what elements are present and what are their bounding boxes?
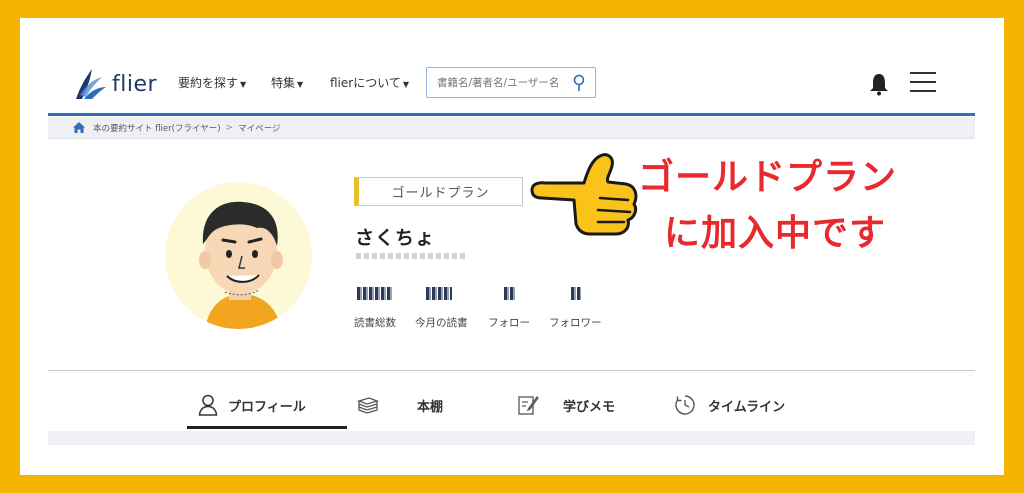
user-icon — [198, 394, 218, 416]
search-box — [426, 67, 596, 98]
stat-total-reads-value-obscured — [357, 287, 393, 300]
memo-icon — [518, 396, 539, 415]
tab-learning-memo[interactable]: 学びメモ — [517, 384, 615, 426]
stat-following-label[interactable]: フォロー — [488, 315, 530, 330]
tab-bookshelf[interactable]: 本棚 — [357, 384, 443, 426]
tabs-divider — [48, 370, 975, 371]
stat-following-value-obscured — [504, 287, 516, 300]
site-header: flier 要約を探す ▼ 特集 ▼ flierについて ▼ — [48, 48, 975, 116]
books-icon — [357, 397, 379, 414]
tab-timeline[interactable]: タイムライン — [674, 384, 785, 426]
menu-icon[interactable] — [910, 72, 936, 94]
nav-item-find-summaries[interactable]: 要約を探す ▼ — [178, 74, 246, 91]
search-icon[interactable] — [571, 74, 587, 92]
flier-logo-icon — [76, 69, 106, 99]
breadcrumb-home-link[interactable]: 本の要約サイト flier(フライヤー) — [93, 122, 221, 134]
user-name: さくちょ — [355, 227, 436, 249]
chevron-down-icon: ▼ — [402, 80, 410, 89]
stat-total-reads-label: 読書総数 — [354, 317, 396, 329]
nav-item-about[interactable]: flierについて ▼ — [330, 74, 409, 91]
tab-timeline-label: タイムライン — [708, 399, 786, 415]
plan-badge: ゴールドプラン — [354, 177, 523, 206]
home-icon[interactable] — [72, 121, 86, 134]
tab-learning-memo-label: 学びメモ — [563, 399, 616, 415]
clock-icon — [675, 395, 695, 415]
avatar — [165, 182, 312, 329]
content-area-top — [48, 431, 975, 445]
tab-active-indicator — [187, 426, 347, 429]
stat-month-reads-value-obscured — [426, 287, 452, 300]
pointing-hand-icon — [530, 153, 638, 236]
avatar-illustration — [199, 201, 283, 329]
user-id-obscured — [356, 253, 468, 259]
stat-month-reads-label: 今月の読書 — [415, 317, 468, 329]
flier-logo[interactable]: flier — [70, 64, 160, 104]
chevron-down-icon: ▼ — [297, 80, 304, 89]
breadcrumb-separator: > — [225, 122, 234, 133]
search-input[interactable] — [437, 76, 567, 89]
tab-profile[interactable]: プロフィール — [198, 384, 306, 426]
callout-line-2: に加入中です — [664, 213, 887, 254]
chevron-down-icon: ▼ — [240, 80, 247, 89]
bell-icon[interactable] — [868, 72, 890, 96]
breadcrumb: 本の要約サイト flier(フライヤー) > マイページ — [48, 117, 975, 139]
breadcrumb-current: マイページ — [238, 123, 281, 134]
nav-item-features[interactable]: 特集 ▼ — [271, 74, 303, 91]
stat-followers-label[interactable]: フォロワー — [549, 315, 602, 330]
callout-line-1: ゴールドプラン — [638, 157, 898, 198]
tab-profile-label: プロフィール — [228, 399, 306, 415]
tab-bookshelf-label: 本棚 — [417, 399, 444, 415]
logo-text: flier — [112, 71, 158, 97]
stat-followers-value-obscured — [571, 287, 581, 300]
